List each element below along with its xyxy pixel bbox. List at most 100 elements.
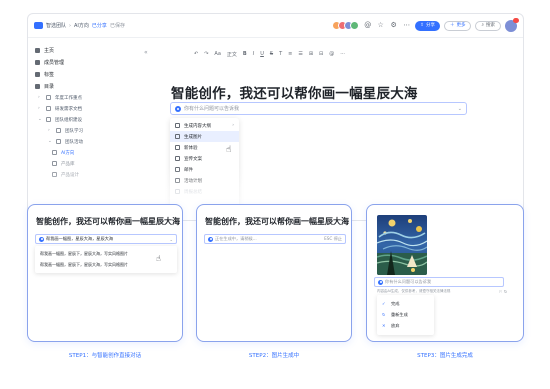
avatar[interactable]	[350, 21, 360, 30]
step1-prompt-input[interactable]: 帮我画一幅图，星辰大海，星辰大海 ⌄	[35, 234, 177, 244]
send-icon[interactable]: ⌄	[458, 106, 462, 112]
folder-icon	[35, 83, 40, 89]
chevron-right-icon: ›	[232, 123, 234, 128]
doc-icon	[52, 150, 57, 155]
image-icon	[175, 134, 180, 139]
action-label: 放弃	[391, 322, 400, 328]
doc-icon	[56, 139, 61, 144]
editor-window: 智选团队 › AI方向 已分享 已保存 @ ☆ ⚙ ⋯ ⇪ 分享 ＋ 更多 ⌕ …	[27, 13, 524, 221]
mention-icon[interactable]: @	[329, 51, 334, 57]
regenerate-action[interactable]: ↻ 重新生成	[377, 309, 434, 320]
step2-caption: STEP2：图片生成中	[248, 353, 300, 359]
text-style-dropdown[interactable]: 正文	[227, 51, 237, 58]
step3-caption: STEP3：图片生成完成	[417, 353, 473, 359]
ai-prompt-input[interactable]: 你有什么问题可以告诉我 ⌄	[170, 102, 467, 115]
collaborator-avatars[interactable]	[332, 21, 360, 30]
plus-icon: ＋	[449, 22, 455, 28]
sidebar-item-label: 标签	[44, 71, 55, 78]
discard-action[interactable]: ✕ 放弃	[377, 320, 434, 331]
tree-item-label: AI方向	[61, 150, 75, 156]
check-icon: ✓	[382, 301, 386, 306]
action-label: 完成	[391, 300, 400, 306]
sidebar-item-label: 成员管理	[44, 59, 65, 66]
tree-item[interactable]: ⌄ 团队组织建设	[32, 114, 112, 125]
step1-title: 智能创作，我还可以帮你画一幅星辰大海	[36, 217, 180, 226]
italic-icon[interactable]: I	[253, 51, 254, 57]
stop-generation-button[interactable]: ESC 停止	[324, 236, 342, 242]
menu-item-label: 生成内容大纲	[184, 123, 211, 129]
bold-icon[interactable]: B	[243, 51, 247, 57]
tree-item[interactable]: › 年度工作重点	[32, 92, 112, 103]
undo-icon[interactable]: ↶	[194, 51, 198, 57]
list-icon[interactable]: ☰	[298, 51, 302, 57]
search-button[interactable]: ⌕ 搜索	[475, 20, 501, 31]
generated-image	[377, 215, 427, 275]
menu-item-outline[interactable]: 生成内容大纲 ›	[170, 120, 239, 131]
star-icon[interactable]: ☆	[376, 21, 385, 30]
feedback-icon[interactable]: ⚐ ↻	[499, 289, 507, 294]
strikethrough-icon[interactable]: S	[270, 51, 273, 57]
more-icon[interactable]: ⋯	[402, 21, 411, 30]
done-action[interactable]: ✓ 完成	[377, 298, 434, 309]
top-bar: 智选团队 › AI方向 已分享 已保存 @ ☆ ⚙ ⋯ ⇪ 分享 ＋ 更多 ⌕ …	[28, 14, 523, 38]
collapse-sidebar-icon[interactable]: «	[144, 49, 148, 56]
format-painter-icon[interactable]: Aa	[214, 51, 220, 57]
breadcrumb-team[interactable]: 智选团队	[46, 22, 66, 29]
tree-item[interactable]: ⌄ 团队活动	[32, 136, 112, 147]
format-toolbar: ↶ ↷ Aa 正文 B I U S T ≡ ☰ ⊞ ⊟ @ ⋯	[194, 48, 493, 60]
sidebar-item-tags[interactable]: 标签	[32, 68, 112, 80]
sidebar-item-directory[interactable]: 目录	[32, 80, 112, 92]
menu-item-generate-image[interactable]: 生成图片	[170, 131, 239, 142]
share-label: 分享	[425, 22, 435, 28]
tree-item-label: 团队活动	[65, 139, 83, 145]
more-tools-icon[interactable]: ⋯	[340, 51, 345, 57]
redo-icon[interactable]: ↷	[204, 51, 208, 57]
step1-prompt-text: 帮我画一幅图，星辰大海，星辰大海	[46, 236, 114, 241]
tree-item-label: 团队组织建设	[55, 117, 82, 123]
home-icon	[35, 47, 40, 53]
underline-icon[interactable]: U	[260, 51, 264, 57]
tree-item[interactable]: › 研发需求文档	[32, 103, 112, 114]
chevron-down-icon[interactable]: ⌄	[38, 117, 42, 122]
close-icon: ✕	[382, 323, 386, 328]
step1-caption: STEP1：与智能创作直接对话	[68, 353, 142, 359]
doc-icon	[46, 106, 51, 111]
app-logo-icon[interactable]	[34, 22, 43, 29]
more-button[interactable]: ＋ 更多	[443, 20, 472, 31]
sidebar-item-members[interactable]: 成员管理	[32, 56, 112, 68]
refresh-icon: ↻	[382, 312, 386, 317]
action-label: 重新生成	[391, 311, 408, 317]
table-icon[interactable]: ⊞	[309, 51, 313, 57]
ai-assistant-icon	[175, 105, 181, 112]
step3-prompt-input[interactable]: 你有什么问题可以告诉我	[374, 277, 504, 287]
chevron-down-icon[interactable]: ⌄	[48, 139, 52, 144]
tree-item-label: 团队学习	[65, 128, 83, 134]
chevron-right-icon[interactable]: ›	[38, 95, 42, 100]
doc-icon	[46, 95, 51, 100]
ai-assistant-icon	[39, 236, 44, 242]
image-insert-icon[interactable]: ⊟	[319, 51, 323, 57]
hand-cursor-icon: ☝	[226, 145, 232, 155]
text-color-icon[interactable]: T	[279, 51, 282, 57]
sidebar-item-home[interactable]: 主页	[32, 44, 112, 56]
chevron-down-icon[interactable]: ⌄	[169, 237, 173, 242]
tree-item-active[interactable]: AI方向	[32, 147, 112, 158]
settings-icon[interactable]: ⚙	[389, 21, 398, 30]
sparkle-icon	[175, 145, 180, 150]
sidebar-item-label: 目录	[44, 83, 55, 90]
step2-prompt-input[interactable]: 正在生成中，请稍候... ESC 停止	[204, 234, 346, 244]
chevron-right-icon[interactable]: ›	[48, 128, 52, 133]
align-icon[interactable]: ≡	[288, 51, 292, 57]
share-button[interactable]: ⇪ 分享	[415, 20, 440, 31]
at-icon[interactable]: @	[363, 21, 372, 30]
sidebar-item-label: 主页	[44, 47, 55, 54]
user-avatar[interactable]	[505, 17, 519, 32]
tag-icon	[35, 71, 40, 77]
tree-item[interactable]: › 团队学习	[32, 125, 112, 136]
chevron-right-icon[interactable]: ›	[38, 106, 42, 111]
megaphone-icon	[175, 156, 180, 161]
hand-cursor-icon: ☝	[156, 254, 161, 263]
more-label: 更多	[456, 22, 466, 28]
breadcrumb-page[interactable]: AI方向	[74, 22, 89, 29]
step2-title: 智能创作，我还可以帮你画一幅星辰大海	[205, 217, 349, 226]
